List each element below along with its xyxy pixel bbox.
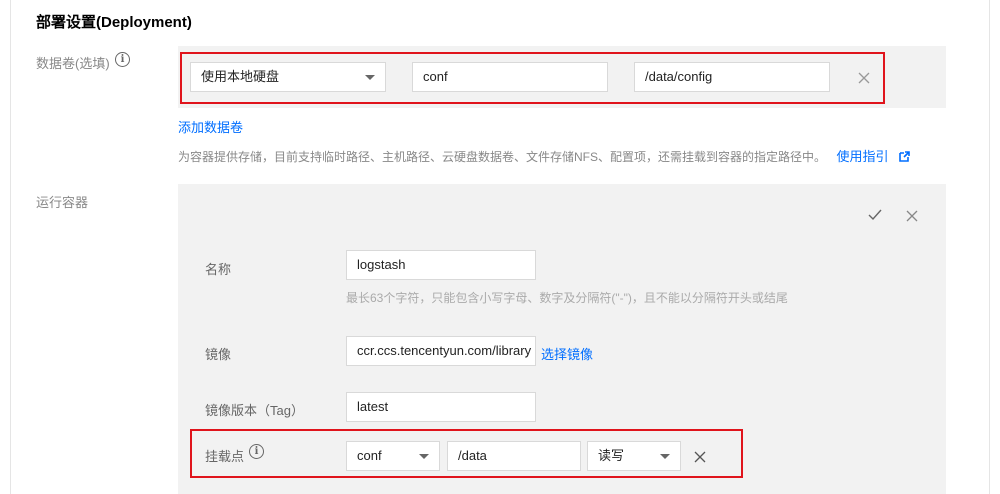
chevron-down-icon [660,454,670,459]
version-label: 镜像版本（Tag） [205,403,304,418]
name-hint: 最长63个字符，只能包含小写字母、数字及分隔符("-")，且不能以分隔符开头或结… [346,291,788,305]
info-icon[interactable]: i [115,52,130,67]
container-label: 运行容器 [36,195,89,210]
external-link-icon[interactable] [899,151,910,162]
volume-label: 数据卷(选填) [36,56,110,71]
chevron-down-icon [365,75,375,80]
volume-path-input[interactable]: /data/config [634,62,830,92]
section-title: 部署设置(Deployment) [36,14,192,31]
mount-volume-value: conf [357,448,382,463]
frame-left-border [10,0,11,494]
mount-volume-select[interactable]: conf [346,441,440,471]
volume-type-select[interactable]: 使用本地硬盘 [190,62,386,92]
close-icon[interactable] [693,450,707,464]
volume-description: 为容器提供存储，目前支持临时路径、主机路径、云硬盘数据卷、文件存储NFS、配置项… [178,150,827,164]
close-icon[interactable] [905,209,919,223]
mount-mode-select[interactable]: 读写 [587,441,681,471]
container-name-input[interactable]: logstash [346,250,536,280]
image-input[interactable]: ccr.ccs.tencentyun.com/library [346,336,536,366]
volume-description-row: 为容器提供存储，目前支持临时路径、主机路径、云硬盘数据卷、文件存储NFS、配置项… [178,146,910,166]
volume-type-value: 使用本地硬盘 [201,69,280,84]
info-icon[interactable]: i [249,444,264,459]
guide-link[interactable]: 使用指引 [836,149,888,164]
frame-right-border [989,0,990,494]
mount-path-input[interactable]: /data [447,441,581,471]
image-label: 镜像 [205,347,232,362]
name-label: 名称 [205,262,232,277]
add-volume-link[interactable]: 添加数据卷 [178,117,243,136]
check-icon[interactable] [867,208,883,222]
mount-mode-value: 读写 [598,448,625,463]
select-image-link[interactable]: 选择镜像 [541,344,593,363]
chevron-down-icon [419,454,429,459]
close-icon[interactable] [857,71,871,85]
mount-label: 挂载点 [205,449,245,464]
volume-name-input[interactable]: conf [412,62,608,92]
version-input[interactable]: latest [346,392,536,422]
